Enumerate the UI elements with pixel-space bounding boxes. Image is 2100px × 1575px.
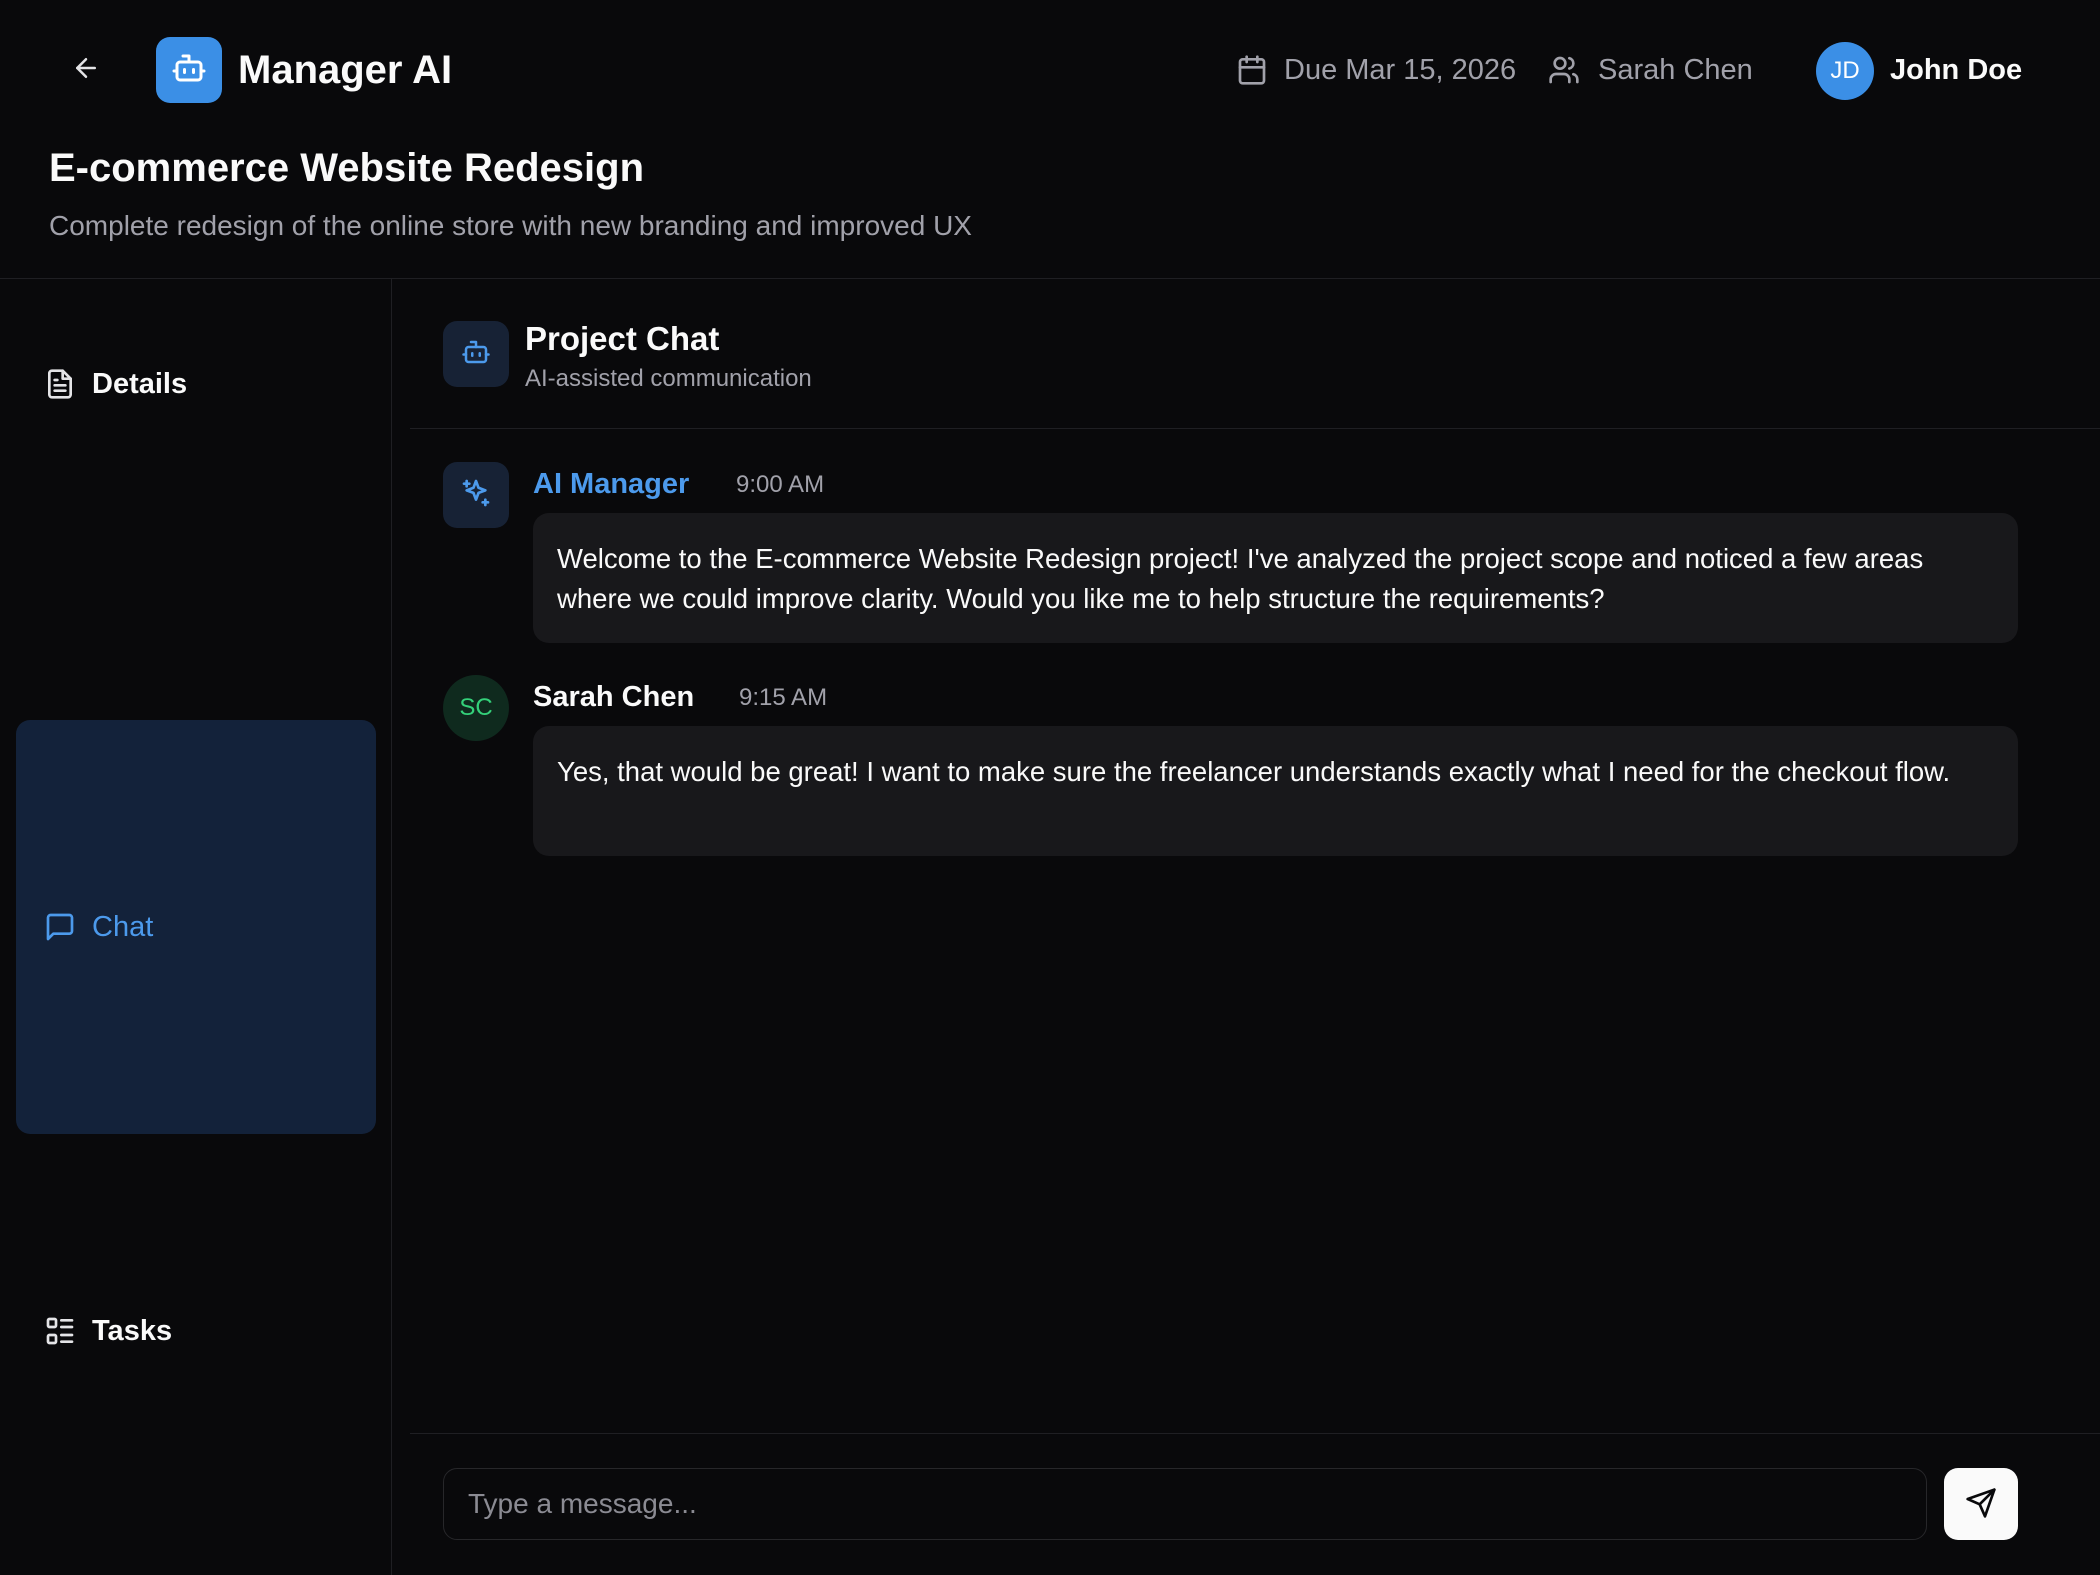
sidebar-item-label: Chat bbox=[92, 911, 154, 943]
message-square-icon bbox=[44, 911, 76, 943]
send-icon bbox=[1965, 1487, 1997, 1522]
app-root: Manager AI Due Mar 15, 2026 Sarah Chen J… bbox=[0, 0, 2100, 1575]
bot-icon bbox=[461, 337, 491, 372]
message-time: 9:00 AM bbox=[736, 471, 825, 498]
users-icon bbox=[1548, 54, 1580, 86]
ai-avatar bbox=[443, 462, 509, 528]
sidebar: Details Chat Tasks bbox=[0, 279, 392, 1575]
sidebar-item-details[interactable]: Details bbox=[16, 339, 376, 429]
message-bubble: Welcome to the E-commerce Website Redesi… bbox=[533, 513, 2018, 643]
project-owner: Sarah Chen bbox=[1598, 54, 1753, 86]
user-avatar[interactable]: JD bbox=[1816, 42, 1874, 100]
sidebar-item-label: Tasks bbox=[92, 1315, 173, 1347]
message-author: Sarah Chen bbox=[533, 681, 695, 713]
chat-title: Project Chat bbox=[525, 320, 720, 357]
chat-subtitle: AI-assisted communication bbox=[525, 365, 812, 392]
message-input[interactable] bbox=[443, 1468, 1927, 1540]
chat-header-avatar bbox=[443, 321, 509, 387]
message-time: 9:15 AM bbox=[739, 684, 828, 711]
composer-divider bbox=[410, 1433, 2100, 1434]
arrow-left-icon bbox=[71, 53, 101, 88]
project-description: Complete redesign of the online store wi… bbox=[49, 210, 972, 241]
due-date: Due Mar 15, 2026 bbox=[1284, 54, 1517, 86]
message-author: AI Manager bbox=[533, 468, 690, 500]
project-title: E-commerce Website Redesign bbox=[49, 146, 645, 190]
brand-logo bbox=[156, 37, 222, 103]
list-icon bbox=[44, 1315, 76, 1347]
chat-header: Project Chat AI-assisted communication bbox=[410, 279, 2100, 429]
user-avatar-sc: SC bbox=[443, 675, 509, 741]
brand-name: Manager AI bbox=[238, 48, 453, 92]
calendar-icon bbox=[1236, 54, 1268, 86]
message-bubble: Yes, that would be great! I want to make… bbox=[533, 726, 2018, 856]
sidebar-item-label: Details bbox=[92, 368, 188, 400]
bot-icon bbox=[171, 50, 207, 91]
sidebar-item-chat[interactable]: Chat bbox=[16, 720, 376, 1134]
file-text-icon bbox=[44, 368, 76, 400]
top-bar: Manager AI Due Mar 15, 2026 Sarah Chen J… bbox=[0, 0, 2100, 140]
sparkles-icon bbox=[460, 477, 492, 514]
sidebar-item-tasks[interactable]: Tasks bbox=[16, 1299, 376, 1389]
send-button[interactable] bbox=[1944, 1468, 2018, 1540]
back-button[interactable] bbox=[62, 50, 110, 90]
user-name[interactable]: John Doe bbox=[1890, 52, 2022, 88]
